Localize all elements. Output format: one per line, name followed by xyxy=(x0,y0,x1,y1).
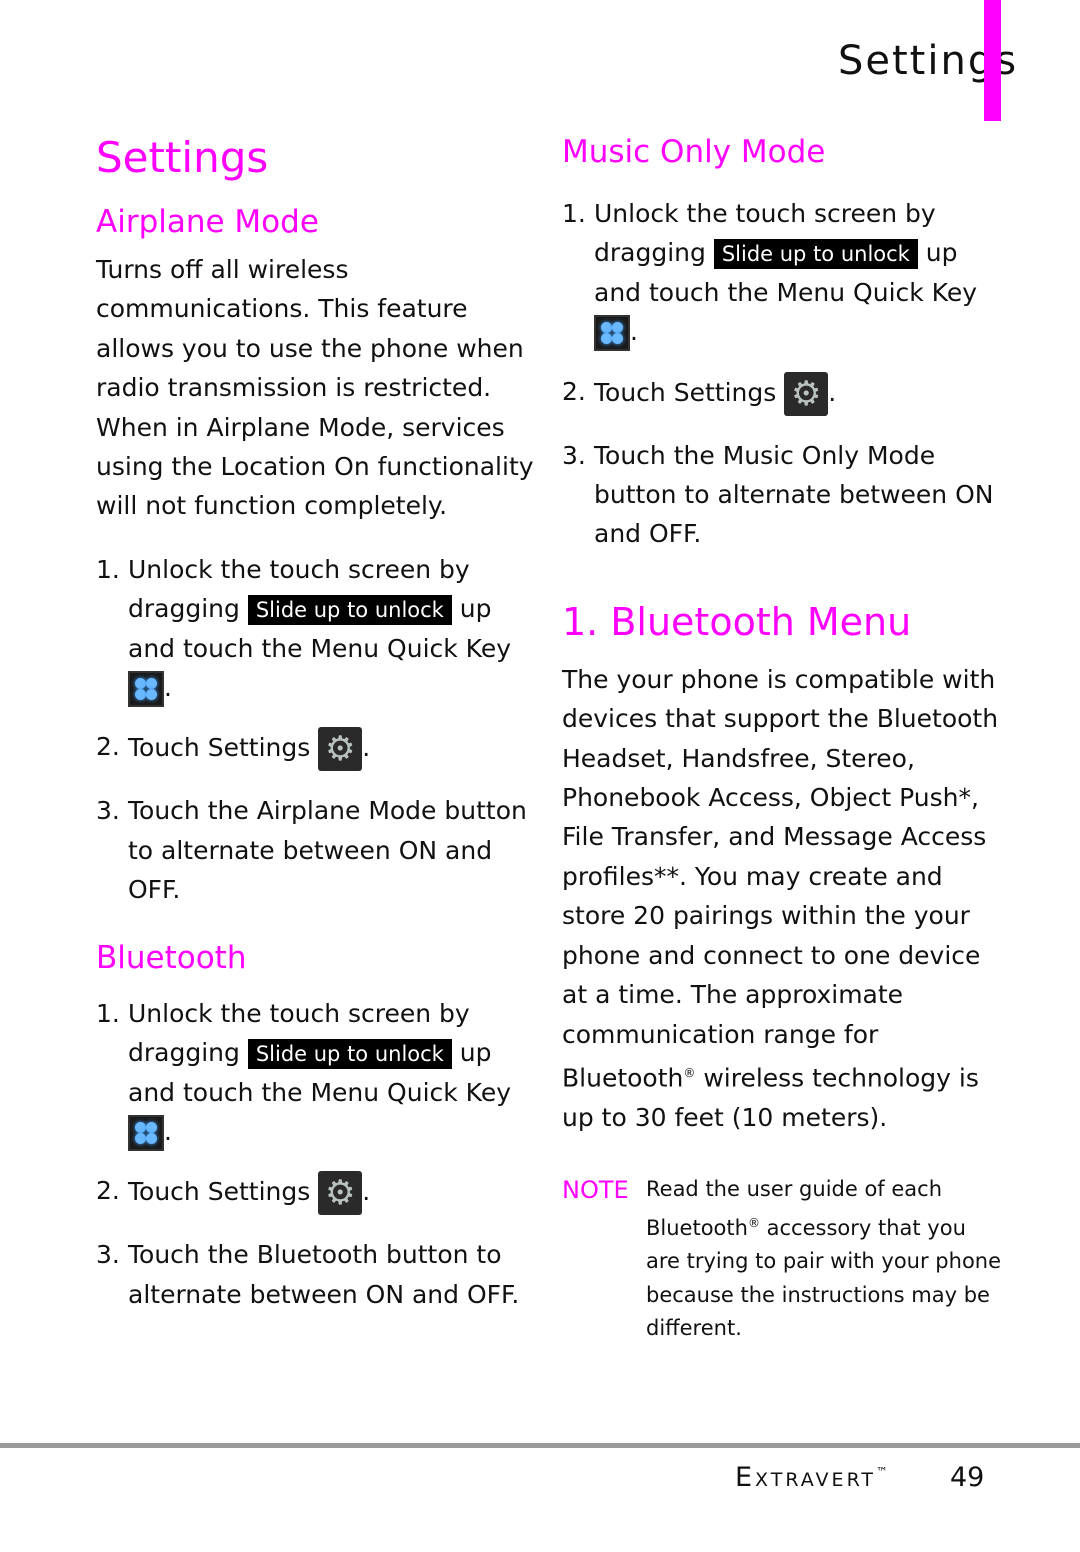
airplane-mode-heading: Airplane Mode xyxy=(96,204,319,240)
list-item: 1. Unlock the touch screen by dragging S… xyxy=(96,550,536,708)
step-text: and xyxy=(445,835,493,865)
keyword: Bluetooth xyxy=(256,1240,379,1270)
registered-mark: ® xyxy=(683,1065,696,1080)
brand-name: Extravert xyxy=(735,1462,876,1493)
bluetooth-menu-body: The your phone is compatible with device… xyxy=(562,660,1002,1137)
list-item: 1. Unlock the touch screen by dragging S… xyxy=(96,994,536,1152)
page-number: 49 xyxy=(950,1462,985,1493)
keyword: ON xyxy=(955,480,994,510)
punct: . xyxy=(511,1279,520,1309)
step-text: Touch xyxy=(128,733,200,763)
keyword: OFF xyxy=(466,1279,512,1309)
keyword: Airplane Mode xyxy=(256,796,437,826)
list-item: 2. Touch Settings ⚙. xyxy=(562,371,1002,416)
step-number: 2. xyxy=(562,376,586,406)
keyword: Settings xyxy=(207,733,311,763)
keyword: ON xyxy=(365,1279,405,1309)
keyword: Music Only Mode xyxy=(722,440,936,470)
keyword: Settings xyxy=(673,377,777,407)
keyword: ON xyxy=(398,835,438,865)
menu-quick-key-icon xyxy=(594,315,630,352)
note-label: NOTE xyxy=(562,1176,629,1205)
settings-gear-icon: ⚙ xyxy=(784,371,829,416)
step-text: button to alternate between xyxy=(594,480,948,510)
list-item: 2. Touch Settings ⚙. xyxy=(96,727,536,772)
step-number: 3. xyxy=(562,440,586,470)
step-text: Touch the xyxy=(128,796,249,826)
keyword: Menu Quick Key xyxy=(310,1077,512,1107)
slide-to-unlock-graphic: Slide up to unlock xyxy=(713,239,918,270)
step-number: 1. xyxy=(96,998,120,1028)
slide-to-unlock-graphic: Slide up to unlock xyxy=(247,1039,452,1070)
settings-gear-icon: ⚙ xyxy=(318,727,363,772)
bluetooth-heading: Bluetooth xyxy=(96,939,247,976)
step-number: 1. xyxy=(562,199,586,228)
keyword: Settings xyxy=(207,1177,311,1207)
music-steps: 1. Unlock the touch screen by dragging S… xyxy=(562,194,1002,554)
list-item: 3. Touch the Music Only Mode button to a… xyxy=(562,436,1002,554)
step-number: 2. xyxy=(96,732,120,762)
punct: . xyxy=(362,733,371,763)
keyword: OFF xyxy=(649,519,694,549)
bluetooth-steps: 1. Unlock the touch screen by dragging S… xyxy=(96,994,536,1314)
step-number: 2. xyxy=(96,1176,120,1206)
body-text: The your phone is compatible with device… xyxy=(562,664,999,1093)
music-only-mode-heading: Music Only Mode xyxy=(562,134,826,170)
right-column: Music Only Mode 1. Unlock the touch scre… xyxy=(562,130,1002,1346)
menu-quick-key-icon xyxy=(128,671,164,708)
footer-brand: Extravert™ xyxy=(735,1462,891,1493)
punct: . xyxy=(172,875,181,905)
list-item: 2. Touch Settings ⚙. xyxy=(96,1171,536,1216)
keyword: OFF xyxy=(128,875,173,905)
step-number: 3. xyxy=(96,796,120,826)
slide-to-unlock-graphic: Slide up to unlock xyxy=(247,595,452,626)
list-item: 3. Touch the Bluetooth button to alterna… xyxy=(96,1235,536,1314)
settings-gear-icon: ⚙ xyxy=(318,1171,363,1216)
note-box: NOTE Read the user guide of each Bluetoo… xyxy=(562,1173,1002,1346)
step-number: 3. xyxy=(96,1240,120,1270)
punct: . xyxy=(164,1116,172,1146)
step-text: Touch the xyxy=(128,1240,249,1270)
footer-divider xyxy=(0,1443,1080,1448)
step-number: 1. xyxy=(96,554,120,584)
left-column: Settings Airplane Mode Turns off all wir… xyxy=(96,130,536,1314)
airplane-mode-intro: Turns off all wireless communications. T… xyxy=(96,255,534,521)
keyword: Menu Quick Key xyxy=(310,633,512,663)
list-item: 1. Unlock the touch screen by dragging S… xyxy=(562,194,1002,352)
page-title: Settings xyxy=(96,133,269,182)
punct: . xyxy=(164,673,172,703)
punct: . xyxy=(693,519,702,549)
list-item: 3. Touch the Airplane Mode button to alt… xyxy=(96,791,536,909)
bluetooth-menu-heading: 1. Bluetooth Menu xyxy=(562,599,912,644)
menu-quick-key-icon xyxy=(128,1114,164,1151)
step-text: Touch xyxy=(128,1177,200,1207)
trademark: ™ xyxy=(876,1465,891,1479)
step-text: Touch xyxy=(594,377,666,407)
section-tab-bar xyxy=(984,0,1001,121)
airplane-steps: 1. Unlock the touch screen by dragging S… xyxy=(96,550,536,910)
step-text: and xyxy=(411,1279,460,1309)
punct: . xyxy=(828,377,837,407)
registered-mark: ® xyxy=(747,1215,760,1230)
punct: . xyxy=(362,1177,371,1207)
keyword: Menu Quick Key xyxy=(776,277,978,307)
punct: . xyxy=(630,317,638,347)
note-text: Read the user guide of each Bluetooth® a… xyxy=(646,1173,1002,1346)
step-text: and xyxy=(594,519,642,549)
step-text: Touch the xyxy=(594,440,715,470)
